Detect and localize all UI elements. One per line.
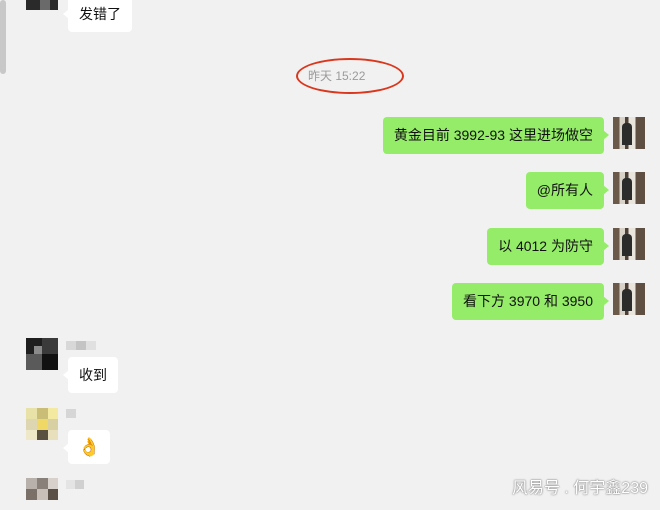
- watermark: 风易号 . 何宇鑫239: [511, 480, 648, 497]
- ok-hand-emoji: 👌: [78, 437, 101, 457]
- message-text: 黄金目前 3992-93 这里进场做空: [393, 127, 593, 143]
- self-avatar[interactable]: [613, 228, 645, 260]
- sender-name-blurred: [66, 409, 76, 418]
- contact-avatar[interactable]: [26, 478, 58, 510]
- message-text: 以 4012 为防守: [498, 238, 593, 254]
- message-bubble-outgoing[interactable]: 黄金目前 3992-93 这里进场做空: [382, 117, 610, 154]
- message-bubble-outgoing[interactable]: 看下方 3970 和 3950: [452, 283, 609, 320]
- message-text: @所有人: [536, 182, 593, 198]
- message-text: 看下方 3970 和 3950: [463, 293, 593, 309]
- message-bubble-incoming[interactable]: 👌: [62, 430, 111, 464]
- contact-avatar[interactable]: [26, 0, 58, 14]
- contact-avatar[interactable]: [26, 338, 58, 370]
- message-bubble-incoming[interactable]: 收到: [63, 357, 118, 393]
- scrollbar[interactable]: [0, 0, 6, 74]
- highlight-circle: [296, 58, 404, 94]
- contact-avatar[interactable]: [26, 408, 58, 440]
- self-avatar[interactable]: [613, 283, 645, 315]
- message-bubble-outgoing[interactable]: @所有人: [525, 172, 610, 209]
- sender-name-blurred: [66, 480, 84, 489]
- self-avatar[interactable]: [613, 117, 645, 149]
- self-avatar[interactable]: [613, 172, 645, 204]
- message-text: 收到: [79, 367, 107, 383]
- message-bubble-incoming[interactable]: 发错了: [63, 0, 132, 32]
- message-bubble-outgoing[interactable]: 以 4012 为防守: [487, 228, 609, 265]
- sender-name-blurred: [66, 341, 96, 350]
- message-text: 发错了: [79, 6, 121, 22]
